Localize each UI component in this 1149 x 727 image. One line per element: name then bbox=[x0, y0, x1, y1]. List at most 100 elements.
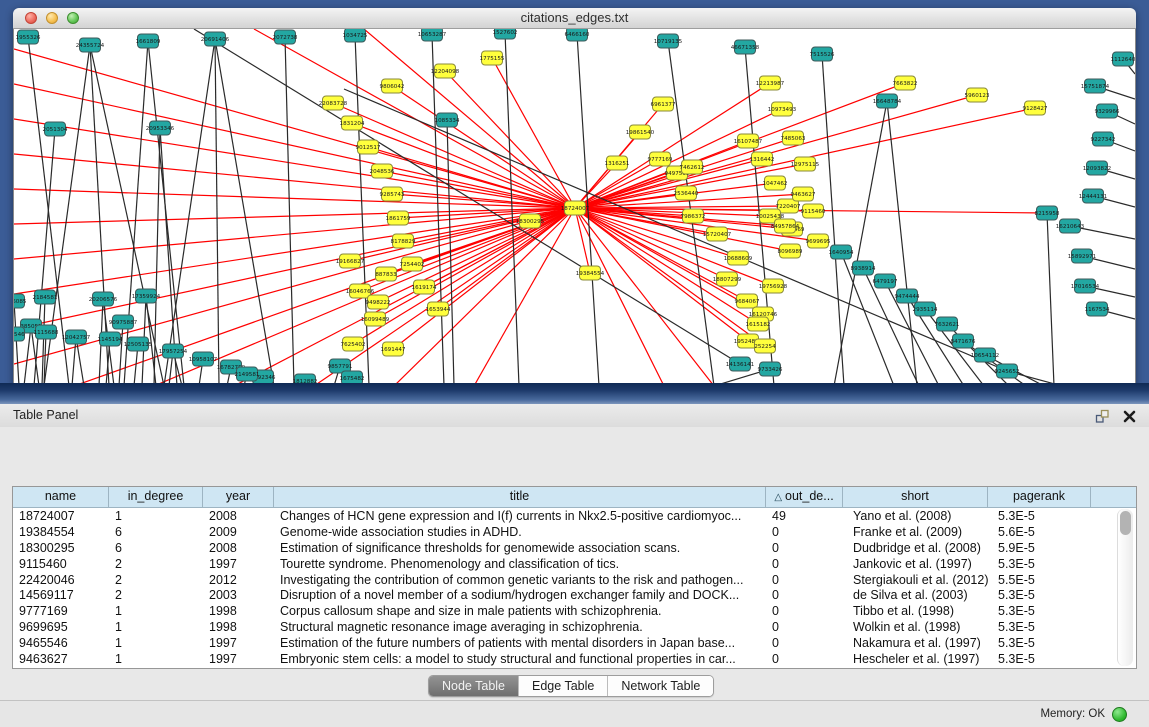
graph-node[interactable]: 17957254 bbox=[159, 344, 188, 358]
table-cell[interactable]: 5.3E-5 bbox=[988, 603, 1091, 619]
graph-node[interactable]: 2072738 bbox=[273, 30, 298, 44]
graph-node[interactable]: 16099489 bbox=[361, 312, 390, 326]
citation-edge-black[interactable] bbox=[505, 32, 519, 385]
citation-edge-red[interactable] bbox=[575, 208, 758, 324]
graph-node[interactable]: 5960123 bbox=[965, 88, 990, 102]
graph-node[interactable]: 2184581 bbox=[33, 290, 58, 304]
graph-node[interactable]: 1661809 bbox=[136, 34, 161, 48]
table-cell[interactable]: Changes of HCN gene expression and I(f) … bbox=[274, 508, 766, 524]
graph-node[interactable]: 16107487 bbox=[734, 134, 763, 148]
network-view[interactable]: 1872400719553262435572416618092069140620… bbox=[13, 29, 1136, 385]
graph-node[interactable]: 2149581 bbox=[235, 367, 260, 381]
table-row[interactable]: 2242004622012Investigating the contribut… bbox=[13, 572, 1136, 588]
table-row[interactable]: 946362711997Embryonic stem cells: a mode… bbox=[13, 651, 1136, 667]
graph-node[interactable]: 1112640 bbox=[1111, 52, 1135, 66]
graph-node[interactable]: 24355724 bbox=[76, 38, 105, 52]
table-cell[interactable]: 18724007 bbox=[13, 508, 109, 524]
graph-node[interactable]: 8938914 bbox=[851, 261, 876, 275]
graph-node[interactable]: 9285743 bbox=[380, 187, 405, 201]
table-cell[interactable]: 1 bbox=[109, 635, 203, 651]
table-cell[interactable]: Genome-wide association studies in ADHD. bbox=[274, 524, 766, 540]
graph-node[interactable]: 1775155 bbox=[480, 51, 505, 65]
graph-node[interactable]: 10958107 bbox=[189, 352, 218, 366]
table-cell[interactable]: 5.3E-5 bbox=[988, 635, 1091, 651]
graph-node[interactable]: 1955326 bbox=[16, 30, 41, 44]
table-cell[interactable]: Estimation of the future numbers of pati… bbox=[274, 635, 766, 651]
graph-node[interactable]: 17016534 bbox=[1071, 279, 1100, 293]
table-row[interactable]: 1938455462009Genome-wide association stu… bbox=[13, 524, 1136, 540]
column-header-year[interactable]: year bbox=[203, 487, 274, 507]
table-cell[interactable]: de Silva et al. (2003) bbox=[843, 587, 988, 603]
graph-node[interactable]: 20206576 bbox=[89, 292, 118, 306]
table-cell[interactable]: 49 bbox=[766, 508, 843, 524]
graph-node[interactable]: 2626085 bbox=[14, 294, 27, 308]
graph-node[interactable]: 22083728 bbox=[319, 96, 348, 110]
graph-node[interactable]: 9498222 bbox=[366, 295, 391, 309]
table-cell[interactable]: 5.6E-5 bbox=[988, 524, 1091, 540]
table-cell[interactable]: 2 bbox=[109, 587, 203, 603]
graph-node[interactable]: 12975115 bbox=[791, 157, 820, 171]
table-cell[interactable]: 2012 bbox=[203, 572, 274, 588]
table-cell[interactable]: 9465546 bbox=[13, 635, 109, 651]
citation-edge-black[interactable] bbox=[154, 128, 160, 385]
graph-node[interactable]: 19166827 bbox=[336, 254, 365, 268]
table-cell[interactable]: 1998 bbox=[203, 619, 274, 635]
table-cell[interactable]: 2009 bbox=[203, 524, 274, 540]
memory-ok-icon[interactable] bbox=[1112, 707, 1127, 722]
graph-node[interactable]: 2935114 bbox=[913, 302, 938, 316]
table-cell[interactable]: Wolkin et al. (1998) bbox=[843, 619, 988, 635]
graph-node[interactable]: 9777169 bbox=[648, 152, 673, 166]
tab-network-table[interactable]: Network Table bbox=[608, 676, 713, 696]
table-cell[interactable]: 1998 bbox=[203, 603, 274, 619]
graph-node[interactable]: 8096989 bbox=[778, 244, 803, 258]
citation-edge-black[interactable] bbox=[215, 39, 219, 385]
vertical-scrollbar[interactable] bbox=[1117, 509, 1133, 666]
graph-node[interactable]: 7625402 bbox=[341, 337, 366, 351]
graph-node[interactable]: 2048536 bbox=[370, 164, 395, 178]
table-cell[interactable]: 5.3E-5 bbox=[988, 587, 1091, 603]
graph-node[interactable]: 15751874 bbox=[1081, 79, 1110, 93]
table-cell[interactable]: 9463627 bbox=[13, 651, 109, 667]
graph-node[interactable]: 7462612 bbox=[680, 160, 705, 174]
citation-edge-black[interactable] bbox=[432, 34, 444, 385]
table-cell[interactable]: Embryonic stem cells: a model to study s… bbox=[274, 651, 766, 667]
graph-node[interactable]: 8471676 bbox=[951, 334, 976, 348]
tab-node-table[interactable]: Node Table bbox=[429, 676, 519, 696]
graph-node[interactable]: 15720407 bbox=[703, 227, 732, 241]
table-cell[interactable]: 2008 bbox=[203, 508, 274, 524]
citation-edge-black[interactable] bbox=[1047, 213, 1054, 385]
table-cell[interactable]: 19384554 bbox=[13, 524, 109, 540]
graph-node[interactable]: 9115460 bbox=[801, 204, 826, 218]
citation-edge-black[interactable] bbox=[14, 301, 19, 385]
graph-node[interactable]: 7632621 bbox=[935, 317, 960, 331]
graph-node[interactable]: 7515526 bbox=[810, 47, 835, 61]
graph-node[interactable]: 1831204 bbox=[340, 116, 365, 130]
table-row[interactable]: 977716911998Corpus callosum shape and si… bbox=[13, 603, 1136, 619]
citation-edge-red[interactable] bbox=[394, 208, 575, 385]
table-cell[interactable]: 5.3E-5 bbox=[988, 508, 1091, 524]
table-cell[interactable]: 1 bbox=[109, 508, 203, 524]
graph-node[interactable]: 9463627 bbox=[791, 187, 816, 201]
graph-node[interactable]: 9474444 bbox=[895, 289, 920, 303]
graph-node[interactable]: 1619174 bbox=[412, 280, 437, 294]
graph-node[interactable]: 9128427 bbox=[1023, 101, 1048, 115]
citation-edge-black[interactable] bbox=[164, 39, 215, 385]
table-cell[interactable]: Corpus callosum shape and size in male p… bbox=[274, 603, 766, 619]
graph-node[interactable]: 1034725 bbox=[343, 29, 368, 42]
graph-node[interactable]: 1047462 bbox=[763, 176, 788, 190]
table-cell[interactable]: Jankovic et al. (1997) bbox=[843, 556, 988, 572]
float-window-icon[interactable] bbox=[1094, 408, 1110, 424]
table-cell[interactable]: Stergiakouli et al. (2012) bbox=[843, 572, 988, 588]
graph-hub-node[interactable]: 18724007 bbox=[561, 201, 590, 215]
graph-node[interactable]: 90975887 bbox=[109, 315, 138, 329]
table-row[interactable]: 1872400712008Changes of HCN gene express… bbox=[13, 508, 1136, 524]
table-cell[interactable]: 0 bbox=[766, 524, 843, 540]
graph-node[interactable]: 16210643 bbox=[1056, 219, 1085, 233]
table-cell[interactable]: 5.3E-5 bbox=[988, 619, 1091, 635]
graph-node[interactable]: 18807299 bbox=[713, 272, 742, 286]
table-row[interactable]: 911546021997Tourette syndrome. Phenomeno… bbox=[13, 556, 1136, 572]
table-cell[interactable]: 6 bbox=[109, 524, 203, 540]
graph-node[interactable]: 12093822 bbox=[1083, 161, 1111, 175]
graph-node[interactable]: 10719135 bbox=[654, 34, 683, 48]
graph-node[interactable]: 1316442 bbox=[750, 152, 775, 166]
